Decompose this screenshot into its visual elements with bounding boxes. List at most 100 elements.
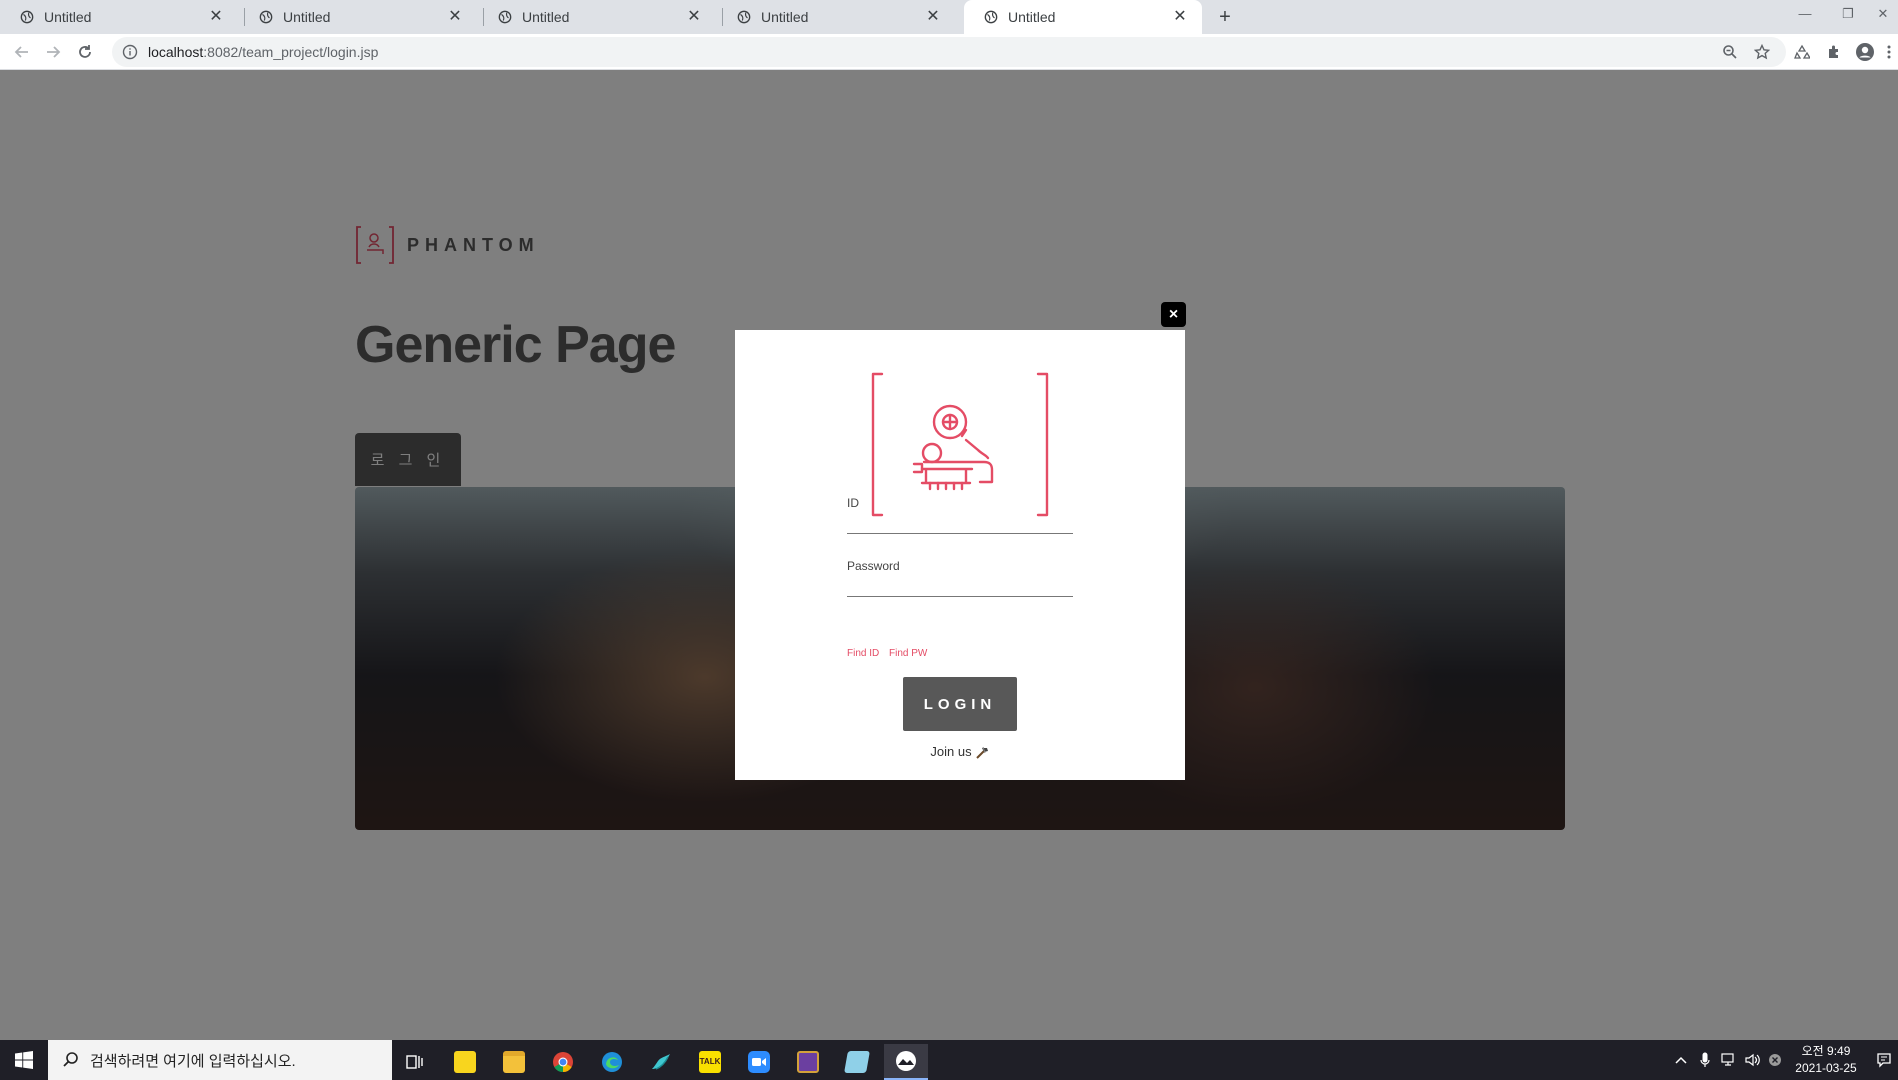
- extension-button[interactable]: [1790, 40, 1814, 64]
- windows-logo-icon: [15, 1051, 33, 1069]
- volume-tray-button[interactable]: [1742, 1040, 1764, 1080]
- chrome-icon: [553, 1052, 573, 1073]
- id-input[interactable]: [847, 508, 1073, 534]
- browser-tab-strip: Untitled ✕ Untitled ✕ Untitled ✕ Untitle…: [0, 0, 1898, 34]
- taskbar-search[interactable]: 검색하려면 여기에 입력하십시오.: [48, 1040, 392, 1080]
- tab-title: Untitled: [44, 9, 92, 25]
- profile-button[interactable]: [1853, 40, 1877, 64]
- globe-icon: [259, 10, 273, 24]
- arrow-left-icon: [14, 46, 28, 58]
- url-text: localhost:8082/team_project/login.jsp: [148, 44, 378, 60]
- chevron-up-icon: [1675, 1056, 1687, 1064]
- bench-press-logo-icon: [871, 372, 1049, 517]
- address-bar[interactable]: localhost:8082/team_project/login.jsp: [112, 37, 1786, 67]
- taskbar-app-chrome[interactable]: [541, 1044, 585, 1080]
- speaker-icon: [1745, 1053, 1760, 1067]
- taskbar-app-game[interactable]: [786, 1044, 830, 1080]
- url-path: :8082/team_project/login.jsp: [203, 44, 379, 60]
- reload-icon: [79, 45, 91, 58]
- bookmark-button[interactable]: [1750, 40, 1774, 64]
- browser-tab-active[interactable]: Untitled ✕: [964, 0, 1202, 34]
- close-tab-icon[interactable]: ✕: [925, 9, 941, 25]
- recycle-icon: [1794, 44, 1810, 59]
- game-icon: [797, 1051, 819, 1073]
- url-host: localhost: [148, 44, 204, 60]
- browser-menu-button[interactable]: [1882, 40, 1896, 64]
- tab-title: Untitled: [1008, 9, 1056, 25]
- modal-close-button[interactable]: ×: [1161, 302, 1186, 327]
- clock-date: 2021-03-25: [1795, 1061, 1857, 1075]
- start-button[interactable]: [0, 1040, 48, 1080]
- password-input[interactable]: [847, 571, 1073, 597]
- back-button[interactable]: [10, 40, 34, 64]
- tab-title: Untitled: [283, 9, 331, 25]
- find-id-link[interactable]: Find ID: [847, 648, 879, 659]
- taskbar-clock[interactable]: 오전 9:49 2021-03-25: [1786, 1040, 1866, 1080]
- close-tab-icon[interactable]: ✕: [208, 9, 224, 25]
- browser-tab[interactable]: Untitled ✕: [478, 0, 716, 34]
- sticky-notes-icon: [454, 1051, 476, 1073]
- taskbar-app-zoom[interactable]: [737, 1044, 781, 1080]
- microphone-tray-button[interactable]: [1694, 1040, 1716, 1080]
- browser-tab[interactable]: Untitled ✕: [717, 0, 955, 34]
- taskbar-app-file-explorer[interactable]: [492, 1044, 536, 1080]
- app-bird-icon: [652, 1054, 670, 1070]
- account-icon: [1856, 43, 1874, 61]
- join-text: Join us: [930, 744, 972, 759]
- info-icon[interactable]: [122, 44, 138, 60]
- browser-toolbar: localhost:8082/team_project/login.jsp: [0, 34, 1898, 70]
- kakaotalk-icon: TALK: [699, 1051, 721, 1073]
- new-tab-button[interactable]: +: [1214, 6, 1236, 28]
- tab-title: Untitled: [522, 9, 570, 25]
- minimize-window-button[interactable]: —: [1782, 0, 1828, 30]
- login-submit-button[interactable]: LOGIN: [903, 677, 1017, 731]
- globe-icon: [20, 10, 34, 24]
- zoom-icon: [748, 1051, 770, 1073]
- close-tab-icon[interactable]: ✕: [447, 9, 463, 25]
- file-explorer-icon: [503, 1051, 525, 1073]
- taskbar-app-bird[interactable]: [639, 1044, 683, 1080]
- hammer-icon: [975, 746, 988, 759]
- status-tray-button[interactable]: [1764, 1040, 1786, 1080]
- tab-title: Untitled: [761, 9, 809, 25]
- notification-center-button[interactable]: [1870, 1040, 1898, 1080]
- search-icon: [63, 1052, 78, 1067]
- windows-taskbar: 검색하려면 여기에 입력하십시오. TALK 오전 9:49 2021-03-2…: [0, 1040, 1898, 1080]
- restore-window-button[interactable]: ❐: [1828, 0, 1868, 30]
- show-hidden-icons-button[interactable]: [1670, 1040, 1692, 1080]
- extensions-menu-button[interactable]: [1822, 40, 1846, 64]
- search-placeholder: 검색하려면 여기에 입력하십시오.: [90, 1052, 296, 1070]
- microphone-icon: [1700, 1052, 1710, 1067]
- clock-time: 오전 9:49: [1801, 1044, 1851, 1058]
- close-tab-icon[interactable]: ✕: [686, 9, 702, 25]
- taskbar-app-photos[interactable]: [884, 1044, 928, 1080]
- join-link[interactable]: Join us: [735, 744, 1185, 761]
- notepad-icon: [844, 1051, 870, 1073]
- reload-button[interactable]: [73, 40, 97, 64]
- edge-icon: [602, 1052, 622, 1072]
- login-modal: ID Password Find ID Find PW LOGIN Join u…: [735, 330, 1185, 780]
- task-view-button[interactable]: [393, 1044, 437, 1080]
- network-icon: [1721, 1053, 1734, 1066]
- browser-tab[interactable]: Untitled ✕: [0, 0, 238, 34]
- puzzle-icon: [1829, 45, 1838, 58]
- more-vert-icon: [1887, 45, 1891, 59]
- taskbar-app-sticky-notes[interactable]: [443, 1044, 487, 1080]
- zoom-button[interactable]: [1718, 40, 1742, 64]
- taskbar-app-notepad[interactable]: [835, 1044, 879, 1080]
- network-tray-button[interactable]: [1718, 1040, 1740, 1080]
- close-tab-icon[interactable]: ✕: [1172, 9, 1188, 25]
- task-view-icon: [406, 1055, 423, 1069]
- forward-button[interactable]: [41, 40, 65, 64]
- find-pw-link[interactable]: Find PW: [889, 648, 927, 659]
- zoom-out-icon: [1723, 45, 1737, 59]
- taskbar-app-edge[interactable]: [590, 1044, 634, 1080]
- close-circle-icon: [1769, 1054, 1781, 1066]
- close-window-button[interactable]: ✕: [1868, 0, 1898, 30]
- browser-tab[interactable]: Untitled ✕: [239, 0, 477, 34]
- photos-icon: [896, 1051, 916, 1071]
- globe-icon: [498, 10, 512, 24]
- star-icon: [1754, 44, 1770, 60]
- globe-icon: [984, 10, 998, 24]
- taskbar-app-kakaotalk[interactable]: TALK: [688, 1044, 732, 1080]
